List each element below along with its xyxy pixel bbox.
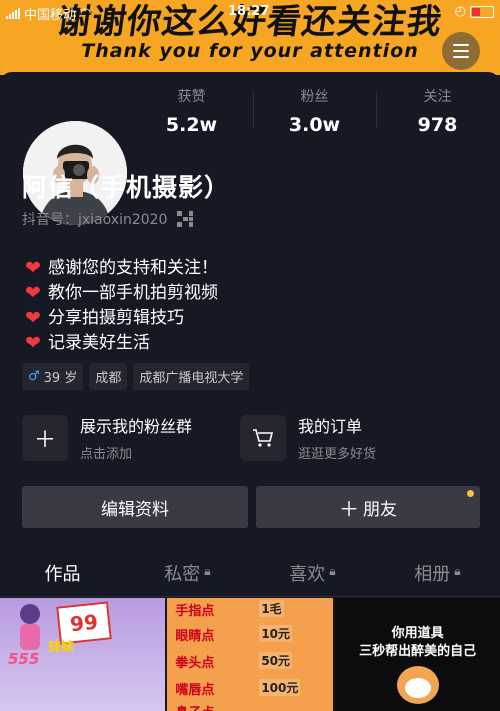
stat-value: 978: [417, 114, 458, 136]
profile-bio: ❤ 感谢您的支持和关注！ ❤ 教你一部手机拍剪视频 ❤ 分享拍摄剪辑技巧 ❤ 记录美好生…: [22, 256, 218, 356]
profile-tags: ♂ 39 岁 成都 成都广播电视大学: [22, 363, 250, 390]
male-icon: ♂: [28, 369, 40, 384]
stat-value: 3.0w: [288, 114, 341, 136]
status-bar: 中国移动 ◠ 18:27 ◴: [0, 0, 500, 24]
content-tabs: 作品 私密 🔒︎ 喜欢 🔒︎ 相册 🔒︎: [0, 560, 500, 600]
lock-icon: 🔒︎: [329, 564, 336, 578]
heart-icon: ❤: [25, 332, 41, 354]
heart-icon: ❤: [25, 307, 41, 329]
heart-icon: ❤: [25, 257, 41, 279]
edit-profile-button[interactable]: 编辑资料: [22, 486, 248, 528]
thumb-caption: 妹妹: [48, 640, 75, 655]
city-tag: 成都: [89, 363, 128, 390]
tab-likes[interactable]: 喜欢 🔒︎: [250, 560, 375, 600]
add-friend-button[interactable]: ＋ 朋友: [256, 486, 480, 528]
alarm-icon: ◴: [454, 4, 466, 19]
tab-album[interactable]: 相册 🔒︎: [375, 560, 500, 600]
age-tag: ♂ 39 岁: [22, 363, 84, 390]
stat-label: 关注: [423, 89, 452, 105]
tab-divider: [0, 596, 500, 597]
stat-following[interactable]: 关注 978: [376, 86, 499, 136]
lock-icon: 🔒︎: [204, 564, 211, 578]
stat-label: 获赞: [177, 89, 206, 105]
video-thumbnail[interactable]: 99 妹妹 555: [0, 598, 166, 711]
fan-group-entry[interactable]: ＋ 展示我的粉丝群 点击添加: [22, 413, 192, 462]
thumb-caption: 三秒帮出醉美的自己: [359, 644, 477, 659]
bio-line: ❤ 教你一部手机拍剪视频: [22, 281, 218, 306]
tab-works[interactable]: 作品: [0, 560, 125, 600]
bio-line: ❤ 感谢您的支持和关注！: [22, 256, 218, 281]
stat-label: 粉丝: [300, 89, 329, 105]
orders-entry[interactable]: 我的订单 逛逛更多好货: [240, 413, 376, 462]
menu-button[interactable]: [442, 32, 480, 70]
profile-name: 阿信（手机摄影）: [22, 173, 231, 202]
battery-icon: [470, 5, 494, 18]
douyin-id[interactable]: 抖音号：jxiaoxin2020: [22, 209, 167, 229]
cart-icon: [240, 414, 286, 461]
carrier-label: 中国移动: [24, 8, 77, 23]
bio-line: ❤ 分享拍摄剪辑技巧: [22, 306, 218, 331]
fan-group-title: 展示我的粉丝群: [80, 417, 193, 436]
banner-title-en: Thank you for your attention: [81, 40, 419, 62]
dog-sticker: [396, 666, 439, 704]
bio-line: ❤ 记录美好生活: [22, 331, 218, 356]
lock-icon: 🔒︎: [454, 564, 461, 578]
stat-followers[interactable]: 粉丝 3.0w: [253, 86, 376, 136]
video-thumbnail[interactable]: 手指点 1毛 眼睛点 10元 拳头点 50元 嘴唇点 100元 鼻子点: [167, 598, 333, 711]
clock: 18:27: [228, 4, 270, 19]
plus-icon: ＋: [22, 414, 68, 461]
qr-code-icon[interactable]: [177, 211, 194, 227]
profile-card: 获赞 5.2w 粉丝 3.0w 关注 978 阿信（手机摄影） 抖音号：jxia…: [0, 72, 500, 711]
video-grid: 99 妹妹 555 手指点 1毛 眼睛点 10元 拳头点 50元 嘴唇点 100…: [0, 598, 500, 711]
thumb-caption: 你用道具: [391, 626, 444, 641]
signal-icon: [6, 8, 20, 19]
orders-subtitle: 逛逛更多好货: [298, 447, 377, 462]
thumb-figure: [20, 604, 40, 650]
plus-icon: ＋: [339, 496, 359, 521]
stat-likes[interactable]: 获赞 5.2w: [130, 86, 253, 136]
orders-title: 我的订单: [298, 417, 363, 436]
video-thumbnail[interactable]: 你用道具 三秒帮出醉美的自己: [334, 598, 500, 711]
menu-icon: [453, 44, 469, 46]
douyin-id-row: 抖音号：jxiaoxin2020: [22, 209, 194, 229]
heart-icon: ❤: [25, 282, 41, 304]
stat-value: 5.2w: [165, 114, 218, 136]
tab-private[interactable]: 私密 🔒︎: [125, 560, 250, 600]
school-tag: 成都广播电视大学: [133, 363, 250, 390]
fan-group-subtitle: 点击添加: [80, 447, 133, 462]
profile-stats: 获赞 5.2w 粉丝 3.0w 关注 978: [130, 86, 500, 136]
wifi-icon: ◠: [80, 6, 92, 21]
notification-dot: [467, 490, 474, 497]
